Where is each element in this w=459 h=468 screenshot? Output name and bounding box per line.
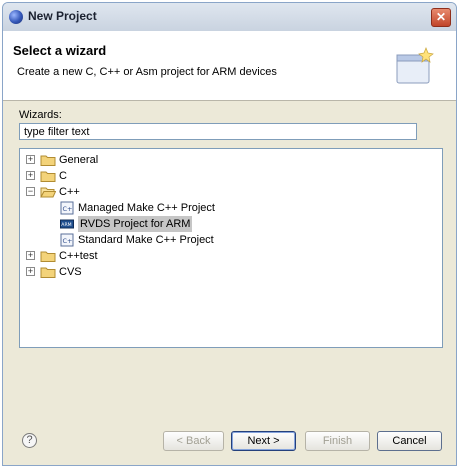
finish-button[interactable]: Finish — [305, 431, 370, 451]
wizard-header: Select a wizard Create a new C, C++ or A… — [3, 31, 456, 101]
folder-icon — [40, 251, 56, 262]
next-button[interactable]: Next > — [231, 431, 296, 451]
help-icon[interactable]: ? — [22, 433, 37, 448]
tree-item-label: Standard Make C++ Project — [78, 234, 214, 246]
wizard-banner-icon — [396, 47, 434, 84]
expand-icon[interactable]: + — [26, 171, 35, 180]
cpp-file-icon: C+ — [60, 201, 74, 215]
tree-item-label: C — [59, 170, 67, 182]
svg-text:C+: C+ — [63, 237, 73, 245]
folder-icon — [40, 267, 56, 278]
tree-item-c[interactable]: + C — [26, 168, 426, 184]
open-folder-icon — [40, 187, 56, 198]
svg-text:C+: C+ — [63, 205, 73, 213]
dialog-content: Wizards: + General + C − C++ — [3, 101, 456, 465]
header-description: Create a new C, C++ or Asm project for A… — [17, 66, 277, 78]
tree-item-general[interactable]: + General — [26, 152, 426, 168]
back-button[interactable]: < Back — [163, 431, 224, 451]
tree-item-standard-make-cpp[interactable]: C+ Standard Make C++ Project — [60, 232, 420, 248]
tree-item-managed-make-cpp[interactable]: C+ Managed Make C++ Project — [60, 200, 420, 216]
tree-item-label: Managed Make C++ Project — [78, 202, 215, 214]
folder-icon — [40, 171, 56, 182]
collapse-icon[interactable]: − — [26, 187, 35, 196]
button-bar-separator — [3, 421, 456, 422]
tree-item-cpptest[interactable]: + C++test — [26, 248, 426, 264]
cpp-file-icon: C+ — [60, 233, 74, 247]
close-button[interactable]: ✕ — [431, 8, 451, 27]
tree-item-label: C++ — [59, 186, 80, 198]
arm-project-icon: ARM — [60, 219, 74, 229]
tree-item-rvds-project[interactable]: ARM RVDS Project for ARM — [60, 216, 420, 232]
svg-text:ARM: ARM — [61, 222, 71, 228]
title-bar[interactable]: New Project ✕ — [3, 3, 456, 32]
folder-icon — [40, 155, 56, 166]
wizard-tree[interactable]: + General + C − C++ C+ Managed Make C++ … — [19, 148, 443, 348]
wizards-label: Wizards: — [19, 109, 62, 121]
tree-item-label: C++test — [59, 250, 98, 262]
tree-item-label: RVDS Project for ARM — [78, 216, 193, 232]
window-title: New Project — [28, 9, 97, 23]
eclipse-icon — [9, 10, 23, 24]
tree-item-cpp[interactable]: − C++ — [26, 184, 426, 200]
cancel-button[interactable]: Cancel — [377, 431, 442, 451]
expand-icon[interactable]: + — [26, 267, 35, 276]
tree-item-label: CVS — [59, 266, 82, 278]
wizard-filter-input[interactable] — [19, 123, 417, 140]
expand-icon[interactable]: + — [26, 251, 35, 260]
tree-item-label: General — [59, 154, 99, 166]
header-title: Select a wizard — [13, 43, 107, 58]
new-project-dialog: New Project ✕ Select a wizard Create a n… — [2, 2, 457, 466]
tree-item-cvs[interactable]: + CVS — [26, 264, 426, 280]
expand-icon[interactable]: + — [26, 155, 35, 164]
